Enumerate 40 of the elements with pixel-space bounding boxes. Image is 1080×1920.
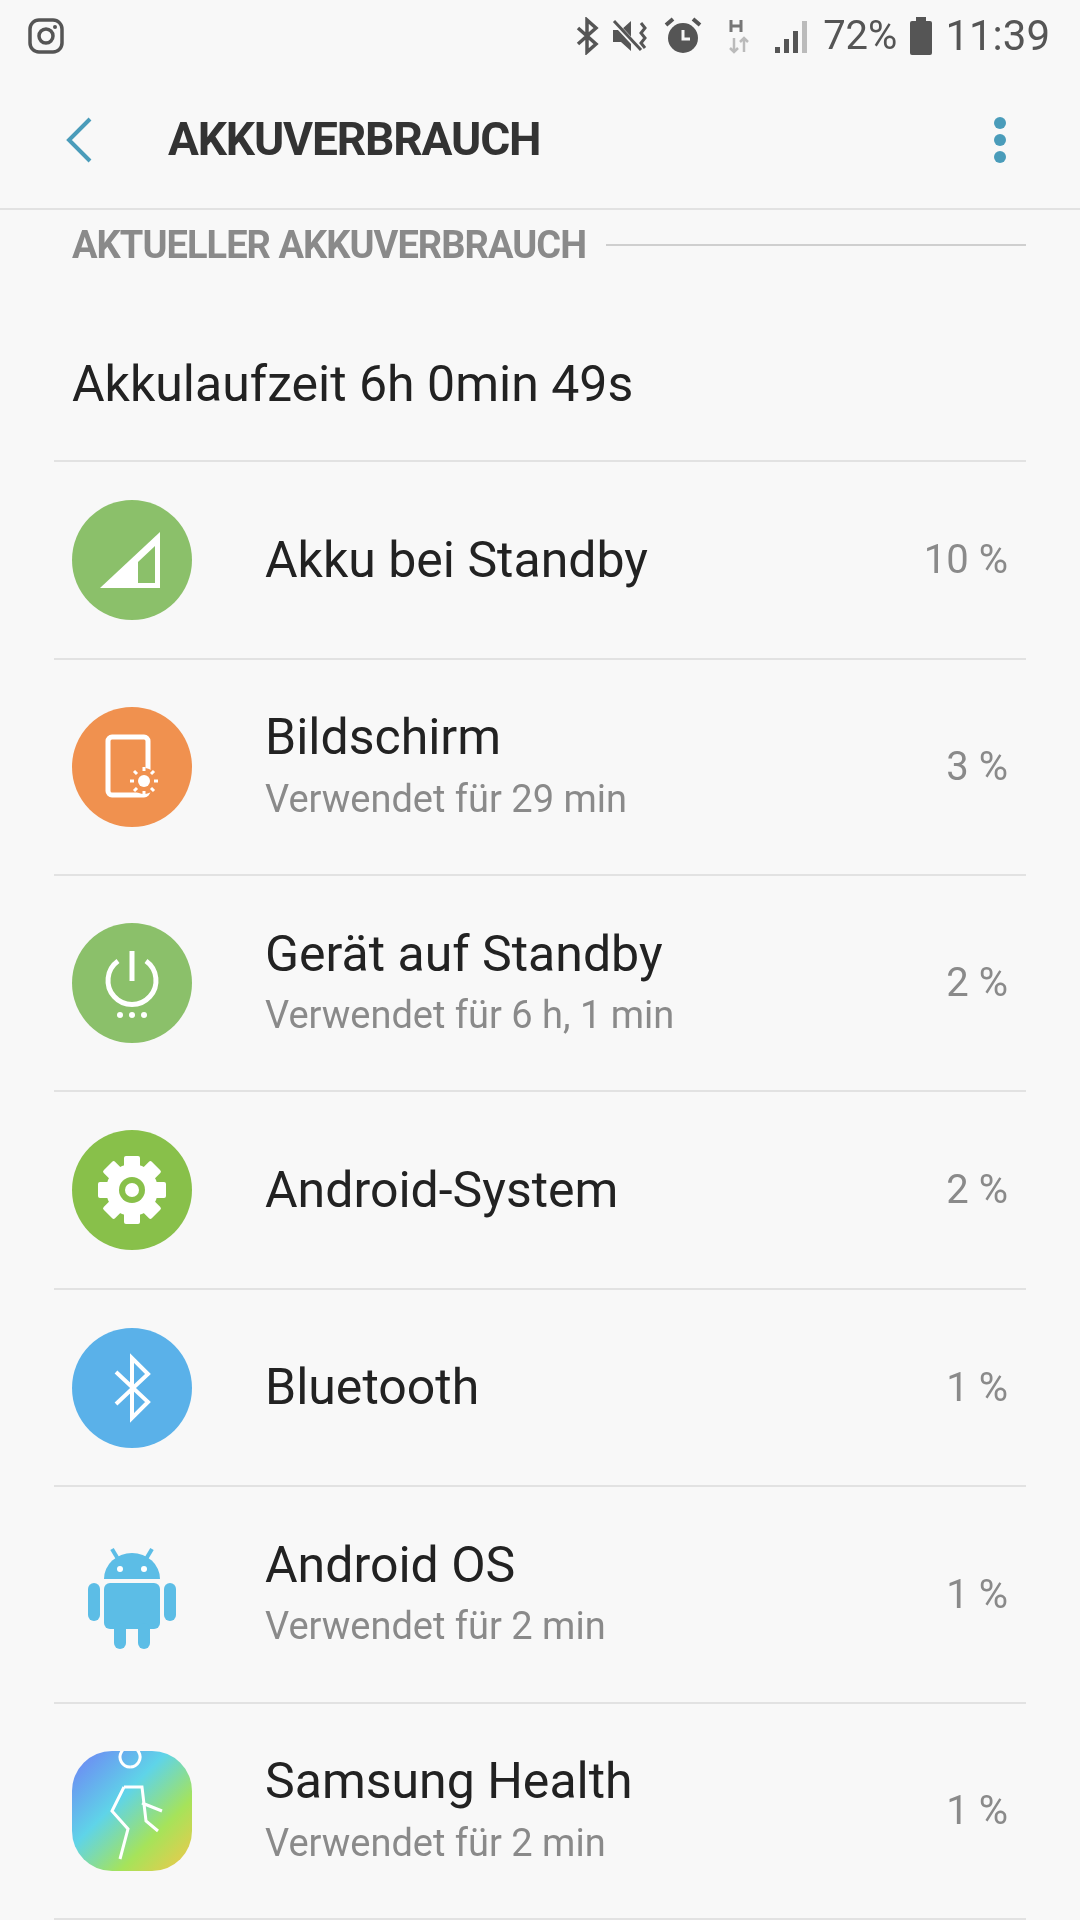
section-header: AKTUELLER AKKUVERBRAUCH: [72, 221, 587, 269]
screen-title: AKKUVERBRAUCH: [168, 111, 541, 169]
bluetooth-icon: [575, 16, 600, 55]
bluetooth-icon: [72, 1327, 192, 1448]
usage-percent: 3 %: [946, 742, 1008, 793]
usage-percent: 1 %: [946, 1362, 1008, 1413]
tablet-brightness-icon: [72, 707, 192, 828]
app-name: Android-System: [265, 1159, 619, 1221]
usage-row[interactable]: Akku bei Standby 10 %: [54, 462, 1026, 660]
usage-percent: 1 %: [946, 1785, 1008, 1836]
usage-row[interactable]: Android-System 2 %: [54, 1092, 1026, 1290]
alarm-clock-icon: [663, 15, 704, 56]
usage-time: Verwendet für 29 min: [265, 775, 627, 823]
usage-percent: 2 %: [946, 1165, 1008, 1216]
usage-time: Verwendet für 6 h, 1 min: [265, 992, 675, 1040]
app-name: Bluetooth: [265, 1357, 480, 1419]
runner-icon: [72, 1750, 192, 1871]
usage-row[interactable]: Bildschirm Verwendet für 29 min 3 %: [54, 659, 1026, 877]
app-name: Akku bei Standby: [265, 529, 648, 591]
app-name: Android OS: [265, 1534, 517, 1596]
power-icon: [72, 923, 192, 1044]
usage-time: Verwendet für 2 min: [265, 1603, 606, 1651]
app-name: Bildschirm: [265, 707, 503, 769]
signal-icon: [72, 500, 192, 621]
usage-row[interactable]: Gerät auf Standby Verwendet für 6 h, 1 min 2 %: [54, 876, 1026, 1093]
battery-icon: [909, 15, 934, 56]
battery-runtime: Akkulaufzeit 6h 0min 49s: [72, 353, 634, 415]
usage-row[interactable]: Android OS Verwendet für 2 min 1 %: [54, 1487, 1026, 1704]
battery-percentage: 72%: [823, 15, 898, 56]
usage-row[interactable]: Samsung Health Verwendet für 2 min 1 %: [54, 1703, 1026, 1920]
usage-percent: 10 %: [923, 535, 1008, 586]
usage-percent: 1 %: [946, 1569, 1008, 1620]
gear-icon: [72, 1130, 192, 1251]
usage-time: Verwendet für 2 min: [265, 1819, 607, 1867]
camera-icon: [26, 15, 66, 56]
app-name: Gerät auf Standby: [265, 923, 664, 985]
app-name: Samsung Health: [265, 1751, 633, 1813]
clock-time: 11:39: [945, 14, 1050, 57]
usage-row[interactable]: Bluetooth 1 %: [54, 1289, 1026, 1488]
usage-percent: 2 %: [946, 958, 1008, 1009]
